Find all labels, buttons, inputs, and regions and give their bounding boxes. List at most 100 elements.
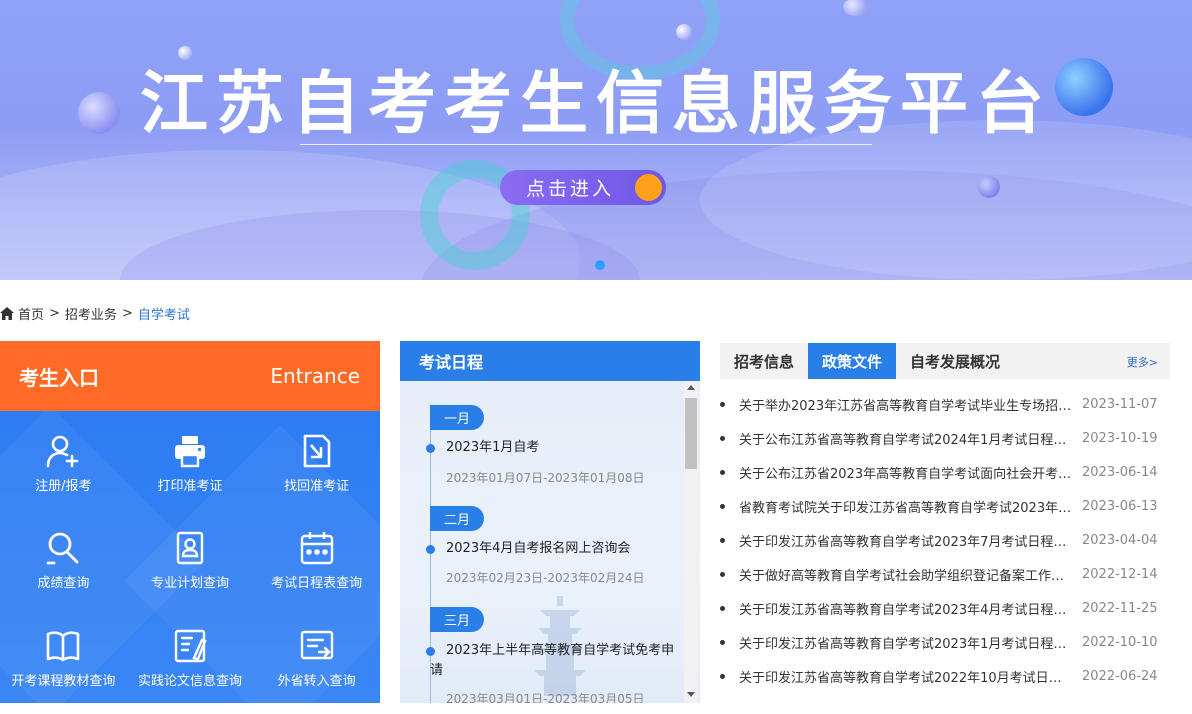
bullet-icon <box>720 436 725 441</box>
entry-label: 找回准考证 <box>284 479 350 494</box>
book-icon <box>47 631 80 661</box>
entry-score-query[interactable]: 成绩查询 <box>0 508 127 605</box>
entry-course-books[interactable]: 开考课程教材查询 <box>0 606 127 703</box>
entry-label: 专业计划查询 <box>150 576 229 592</box>
entry-label: 外省转入查询 <box>277 673 356 689</box>
home-icon <box>0 306 14 320</box>
news-tabs: 招考信息 政策文件 自考发展概况 更多> <box>720 343 1170 379</box>
scroll-down-icon[interactable] <box>687 692 695 697</box>
event-date: 2023年02月23日-2023年02月24日 <box>446 571 645 585</box>
news-date: 2022-10-10 <box>1082 634 1158 650</box>
news-title[interactable]: 省教育考试院关于印发江苏省高等教育自学考试2023年工作要点的通知 <box>739 497 1074 516</box>
calendar-icon <box>300 532 333 565</box>
banner-sphere <box>676 24 692 40</box>
enter-dot-icon <box>635 174 662 201</box>
news-item[interactable]: 关于印发江苏省高等教育自学考试2023年4月考试日程安排的通知 2022-11-2… <box>720 591 1170 625</box>
news-panel: 招考信息 政策文件 自考发展概况 更多> 关于举办2023年江苏省高等教育自学考… <box>720 343 1170 703</box>
entrance-body: 注册/报考 打印准考证 找回准考证 成绩查询 专业计划查询 考试日程表查询 开考… <box>0 411 380 703</box>
hero-banner[interactable]: 江苏自考考生信息服务平台 点击进入 <box>0 0 1192 280</box>
entry-label: 打印准考证 <box>157 479 223 494</box>
bullet-icon <box>720 606 725 611</box>
paper-icon <box>174 629 207 662</box>
news-item[interactable]: 关于公布江苏省高等教育自学考试2024年1月考试日程安排的通知 2023-10-1… <box>720 421 1170 455</box>
tab-policy-documents[interactable]: 政策文件 <box>808 343 897 379</box>
news-date: 2022-11-25 <box>1082 600 1158 616</box>
tab-development-overview[interactable]: 自考发展概况 <box>896 343 1014 379</box>
event-date: 2023年01月07日-2023年01月08日 <box>446 471 645 485</box>
news-title[interactable]: 关于公布江苏省2023年高等教育自学考试面向社会开考专业的通知 <box>739 463 1074 482</box>
news-item[interactable]: 省教育考试院关于印发江苏省高等教育自学考试2023年工作要点的通知 2023-06… <box>720 489 1170 523</box>
entry-find-ticket[interactable]: 找回准考证 <box>253 411 380 508</box>
event-dot <box>426 444 435 453</box>
month-tag: 一月 <box>430 405 485 430</box>
breadcrumb-level2[interactable]: 招考业务 <box>65 304 117 323</box>
profile-card-icon <box>176 532 204 565</box>
entry-transfer[interactable]: 外省转入查询 <box>253 606 380 703</box>
bullet-icon <box>720 470 725 475</box>
enter-button[interactable]: 点击进入 <box>500 170 666 205</box>
entry-major-plan[interactable]: 专业计划查询 <box>127 508 254 605</box>
entry-practice-paper[interactable]: 实践论文信息查询 <box>127 606 254 703</box>
event-title[interactable]: 2023年上半年高等教育自学考试免考申请 <box>430 641 678 681</box>
entry-schedule[interactable]: 考试日程表查询 <box>253 508 380 605</box>
search-score-icon <box>46 532 79 565</box>
banner-sphere <box>843 0 869 16</box>
month-tag: 二月 <box>430 506 485 531</box>
news-date: 2023-06-14 <box>1082 464 1158 480</box>
entry-label: 注册/报考 <box>35 479 92 494</box>
more-link[interactable]: 更多> <box>1127 354 1158 370</box>
news-date: 2022-06-24 <box>1082 668 1158 684</box>
scrollbar[interactable] <box>684 381 698 703</box>
news-item[interactable]: 关于做好高等教育自学考试社会助学组织登记备案工作的通知 2022-12-14 <box>720 557 1170 591</box>
news-title[interactable]: 关于印发江苏省高等教育自学考试2023年7月考试日程安排的通知 <box>739 531 1074 550</box>
schedule-title: 考试日程 <box>400 341 700 381</box>
news-date: 2023-10-19 <box>1082 430 1158 446</box>
news-title[interactable]: 关于印发江苏省高等教育自学考试2022年10月考试日程安排的通知 <box>739 667 1074 686</box>
news-item[interactable]: 关于印发江苏省高等教育自学考试2022年10月考试日程安排的通知 2022-06-… <box>720 659 1170 693</box>
news-date: 2023-06-13 <box>1082 498 1158 514</box>
entrance-title-en: Entrance <box>270 364 360 388</box>
event-title[interactable]: 2023年1月自考 <box>446 438 686 458</box>
breadcrumb-separator: > <box>121 305 133 321</box>
scroll-up-icon[interactable] <box>687 385 695 390</box>
breadcrumb: 首页 > 招考业务 > 自学考试 <box>0 304 190 323</box>
transfer-icon <box>300 630 333 659</box>
news-title[interactable]: 关于举办2023年江苏省高等教育自学考试毕业生专场招聘会的通知 <box>739 395 1074 414</box>
news-date: 2023-11-07 <box>1082 396 1158 412</box>
banner-sphere <box>978 176 1000 198</box>
entry-register[interactable]: 注册/报考 <box>0 411 127 508</box>
breadcrumb-current[interactable]: 自学考试 <box>138 304 190 323</box>
news-item[interactable]: 关于举办2023年江苏省高等教育自学考试毕业生专场招聘会的通知 2023-11-0… <box>720 387 1170 421</box>
news-item[interactable]: 关于公布江苏省2023年高等教育自学考试面向社会开考专业的通知 2023-06-1… <box>720 455 1170 489</box>
news-date: 2022-12-14 <box>1082 566 1158 582</box>
enter-button-label: 点击进入 <box>526 178 615 200</box>
user-add-icon <box>47 435 79 468</box>
news-title[interactable]: 关于做好高等教育自学考试社会助学组织登记备案工作的通知 <box>739 565 1074 584</box>
scrollbar-thumb[interactable] <box>685 398 697 469</box>
entry-label: 考试日程表查询 <box>271 576 363 592</box>
news-item[interactable]: 关于印发江苏省高等教育自学考试2023年1月考试日程安排的通知 2022-10-1… <box>720 625 1170 659</box>
carousel-indicator[interactable] <box>595 260 605 270</box>
schedule-timeline[interactable]: 一月 2023年1月自考 2023年01月07日-2023年01月08日 二月 … <box>400 381 700 703</box>
tab-recruitment-info[interactable]: 招考信息 <box>720 343 808 379</box>
entrance-grid: 注册/报考 打印准考证 找回准考证 成绩查询 专业计划查询 考试日程表查询 开考… <box>0 411 380 703</box>
news-title[interactable]: 关于公布江苏省高等教育自学考试2024年1月考试日程安排的通知 <box>739 429 1074 448</box>
bullet-icon <box>720 504 725 509</box>
bullet-icon <box>720 538 725 543</box>
news-list: 关于举办2023年江苏省高等教育自学考试毕业生专场招聘会的通知 2023-11-0… <box>720 387 1170 693</box>
news-title[interactable]: 关于印发江苏省高等教育自学考试2023年1月考试日程安排的通知 <box>739 633 1074 652</box>
breadcrumb-home[interactable]: 首页 <box>18 304 44 323</box>
news-title[interactable]: 关于印发江苏省高等教育自学考试2023年4月考试日程安排的通知 <box>739 599 1074 618</box>
schedule-panel: 考试日程 一月 2023年1月自考 2023年01月07日-2023年01月08… <box>400 341 700 703</box>
entry-print-ticket[interactable]: 打印准考证 <box>127 411 254 508</box>
event-title[interactable]: 2023年4月自考报名网上咨询会 <box>446 539 686 559</box>
entrance-header: 考生入口 Entrance <box>0 341 380 411</box>
entry-label: 开考课程教材查询 <box>11 673 116 689</box>
bullet-icon <box>720 572 725 577</box>
news-item[interactable]: 关于印发江苏省高等教育自学考试2023年7月考试日程安排的通知 2023-04-0… <box>720 523 1170 557</box>
bullet-icon <box>720 640 725 645</box>
entrance-panel: 考生入口 Entrance 注册/报考 打印准考证 找回准考证 成绩查询 专业计… <box>0 341 380 703</box>
find-document-icon <box>303 434 330 468</box>
printer-icon <box>174 436 205 468</box>
entry-label: 实践论文信息查询 <box>137 673 242 689</box>
